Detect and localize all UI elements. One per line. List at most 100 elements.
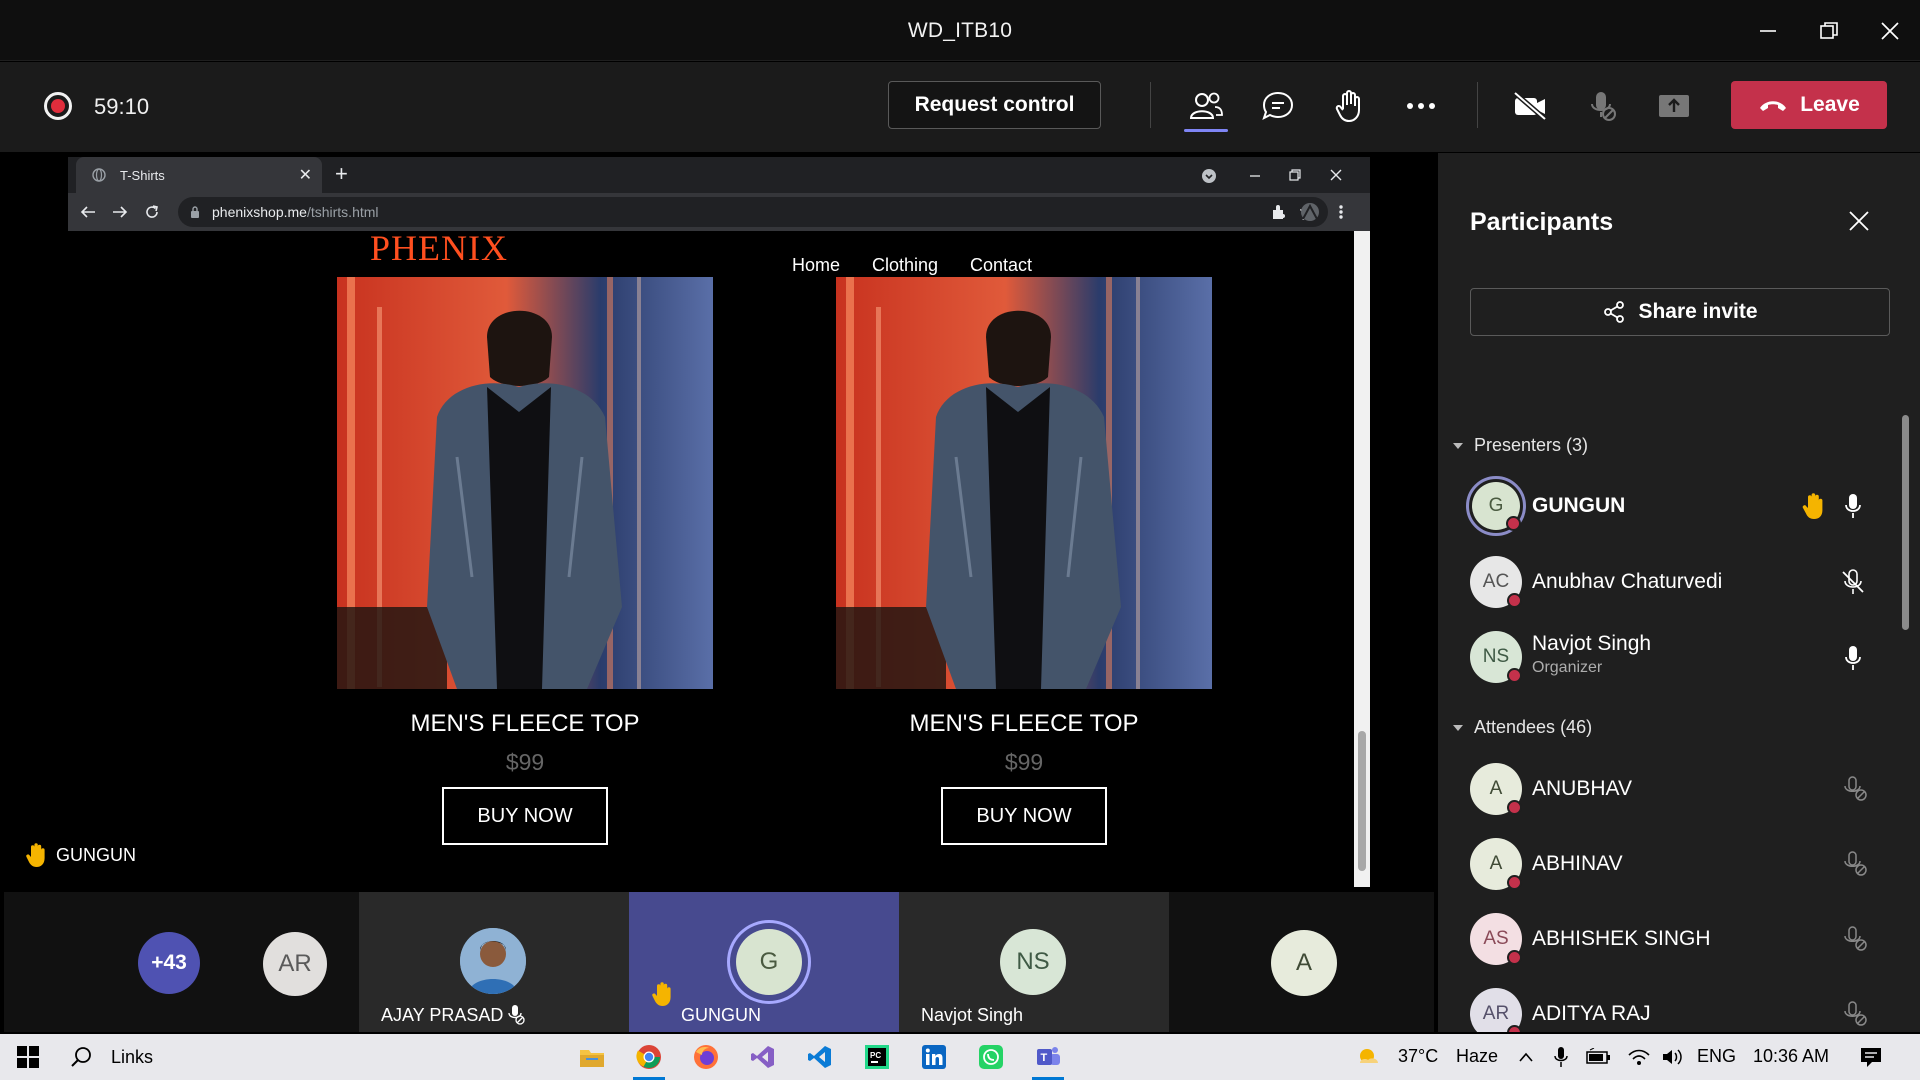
share-tray-icon[interactable] (1652, 86, 1696, 126)
firefox-icon[interactable] (684, 1034, 728, 1080)
buy-now-button[interactable]: BUY NOW (941, 787, 1107, 845)
buy-now-button[interactable]: BUY NOW (442, 787, 608, 845)
product-image[interactable] (337, 277, 713, 689)
participant-name: Anubhav Chaturvedi (1532, 570, 1723, 593)
participant-tile-gungun[interactable]: G GUNGUN (629, 892, 899, 1032)
browser-tab-title: T-Shirts (120, 168, 165, 183)
minimize-icon[interactable] (1751, 14, 1785, 48)
vscode-icon[interactable] (798, 1034, 842, 1080)
participant-tile-ajay[interactable]: AJAY PRASAD (359, 892, 629, 1032)
taskbar-search-text[interactable]: Links (111, 1047, 153, 1068)
product-name: MEN'S FLEECE TOP (909, 710, 1139, 737)
product-image[interactable] (836, 277, 1212, 689)
battery-icon[interactable] (1584, 1034, 1614, 1080)
browser-tab[interactable]: T-Shirts ✕ (76, 157, 322, 193)
tile-name: Navjot Singh (921, 1005, 1024, 1025)
raise-hand-icon[interactable] (1327, 86, 1371, 126)
linkedin-icon[interactable] (912, 1034, 956, 1080)
forward-arrow-icon[interactable] (112, 205, 128, 219)
search-icon[interactable] (66, 1034, 96, 1080)
chrome-icon[interactable] (627, 1034, 671, 1080)
url-field[interactable]: phenixshop.me/tshirts.html (178, 197, 1328, 227)
nav-home[interactable]: Home (792, 255, 840, 276)
tab-search-icon[interactable] (1201, 168, 1217, 184)
close-window-icon[interactable] (1873, 14, 1907, 48)
mic-disabled-icon (1844, 926, 1867, 951)
raised-hand-icon (1802, 493, 1823, 519)
file-explorer-icon[interactable] (570, 1034, 614, 1080)
restore-icon[interactable] (1812, 14, 1846, 48)
participant-row[interactable]: AR ADITYA RAJ (1470, 982, 1890, 1032)
browser-tab-strip: T-Shirts ✕ + (68, 157, 1370, 193)
windows-start-icon[interactable] (8, 1034, 48, 1080)
browser-menu-icon[interactable] (1338, 204, 1344, 220)
microphone-tray-icon[interactable] (1550, 1034, 1572, 1080)
more-options-icon[interactable] (1399, 86, 1443, 126)
participant-name: ABHINAV (1532, 852, 1623, 875)
participant-avatar-a[interactable]: A (1271, 930, 1337, 996)
volume-icon[interactable] (1658, 1034, 1688, 1080)
more-participants-badge[interactable]: +43 (138, 932, 200, 994)
status-busy-icon (1507, 800, 1522, 815)
browser-close-icon[interactable] (1329, 168, 1343, 182)
camera-off-icon[interactable] (1508, 86, 1552, 126)
participant-avatar-ar[interactable]: AR (263, 932, 327, 996)
participant-row[interactable]: AS ABHISHEK SINGH (1470, 907, 1890, 971)
presenter-name: GUNGUN (56, 844, 136, 865)
profile-avatar-icon[interactable] (1300, 202, 1320, 222)
site-logo[interactable]: PHENIX (370, 227, 508, 269)
product-name: MEN'S FLEECE TOP (410, 710, 640, 737)
phone-hangup-icon (1760, 101, 1787, 111)
request-control-button[interactable]: Request control (888, 81, 1101, 129)
mic-on-icon[interactable] (1844, 493, 1862, 519)
mic-on-icon[interactable] (1844, 645, 1862, 671)
close-panel-icon[interactable] (1848, 210, 1870, 232)
participant-avatar: AS (1470, 913, 1522, 965)
taskbar: Links PC T 37°C Haze ENG 10:36 AM (0, 1034, 1920, 1080)
extensions-icon[interactable] (1270, 204, 1286, 220)
leave-button[interactable]: Leave (1731, 81, 1887, 129)
webpage: PHENIX Home Clothing Contact MEN'S FLEEC… (68, 228, 1354, 887)
chat-icon[interactable] (1256, 86, 1300, 126)
whatsapp-icon[interactable] (969, 1034, 1013, 1080)
share-invite-button[interactable]: Share invite (1470, 288, 1890, 336)
browser-minimize-icon[interactable] (1248, 169, 1262, 183)
close-tab-icon[interactable]: ✕ (299, 165, 312, 185)
mic-disabled-icon (1844, 851, 1867, 876)
presenters-section-header[interactable]: Presenters (3) (1452, 435, 1588, 456)
mic-disabled-icon[interactable] (1580, 86, 1624, 126)
visual-studio-icon[interactable] (741, 1034, 785, 1080)
page-scrollbar[interactable] (1354, 231, 1370, 887)
participants-icon[interactable] (1184, 86, 1228, 126)
participant-row[interactable]: A ABHINAV (1470, 832, 1890, 896)
nav-clothing[interactable]: Clothing (872, 255, 938, 276)
attendees-section-header[interactable]: Attendees (46) (1452, 717, 1592, 738)
nav-contact[interactable]: Contact (970, 255, 1032, 276)
chevron-up-icon[interactable] (1514, 1034, 1538, 1080)
participant-avatar: AR (1470, 988, 1522, 1032)
weather-icon[interactable] (1352, 1034, 1386, 1080)
notifications-icon[interactable] (1856, 1034, 1886, 1080)
panel-scrollbar[interactable] (1902, 415, 1909, 630)
presenter-label: GUNGUN (24, 842, 136, 868)
mic-muted-icon[interactable] (1840, 569, 1866, 595)
back-arrow-icon[interactable] (80, 205, 96, 219)
speaking-ring: G (727, 920, 811, 1004)
pycharm-icon[interactable]: PC (855, 1034, 899, 1080)
new-tab-icon[interactable]: + (335, 161, 348, 187)
scrollbar-thumb[interactable] (1358, 731, 1366, 871)
participant-row[interactable]: G GUNGUN (1466, 474, 1890, 538)
participant-row[interactable]: A ANUBHAV (1470, 757, 1890, 821)
temperature[interactable]: 37°C (1398, 1046, 1438, 1067)
browser-restore-icon[interactable] (1288, 168, 1302, 182)
wifi-icon[interactable] (1624, 1034, 1654, 1080)
reload-icon[interactable] (144, 204, 160, 220)
language-indicator[interactable]: ENG (1697, 1046, 1736, 1067)
participant-name: GUNGUN (1532, 494, 1626, 517)
participant-row[interactable]: AC Anubhav Chaturvedi (1470, 550, 1890, 614)
participant-tile-navjot[interactable]: NS Navjot Singh (899, 892, 1169, 1032)
teams-icon[interactable]: T (1026, 1034, 1070, 1080)
participant-row[interactable]: NS Navjot Singh Organizer (1470, 625, 1890, 689)
clock[interactable]: 10:36 AM (1753, 1046, 1829, 1067)
weather-condition[interactable]: Haze (1456, 1046, 1498, 1067)
